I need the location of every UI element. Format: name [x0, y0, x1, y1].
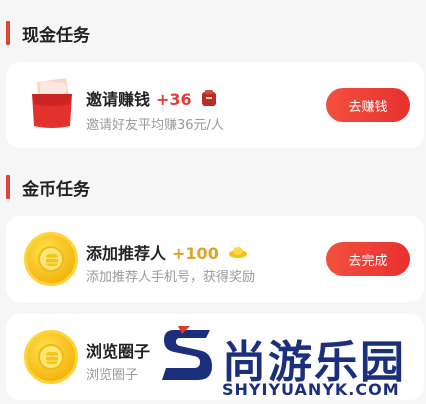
- reward-amount: +36: [156, 90, 192, 109]
- section-bar: [6, 175, 10, 199]
- section-bar: [6, 21, 10, 45]
- watermark-en-text: SHYIYUANYK.COM: [222, 380, 400, 399]
- task-desc-invite: 邀请好友平均赚36元/人: [86, 118, 224, 133]
- task-card-recommender: 添加推荐人 +100 添加推荐人手机号，获得奖励 去完成: [6, 216, 424, 302]
- section-title-cash: 现金任务: [22, 25, 90, 46]
- watermark: 尚游乐园 SHYIYUANYK.COM: [150, 318, 426, 404]
- watermark-logo-icon: [162, 326, 212, 380]
- red-envelope-icon: [24, 76, 80, 132]
- section-header-cash: 现金任务: [0, 18, 90, 48]
- section-title-coin: 金币任务: [22, 179, 90, 200]
- gold-ingot-icon: [228, 244, 248, 263]
- task-name-invite: 邀请赚钱 +36: [86, 86, 217, 111]
- task-desc-recommender: 添加推荐人手机号，获得奖励: [86, 270, 256, 285]
- section-header-coin: 金币任务: [0, 172, 90, 202]
- gold-coin-icon: [24, 232, 80, 288]
- complete-button[interactable]: 去完成: [326, 242, 410, 276]
- task-desc-browse: 浏览圈子: [86, 368, 139, 383]
- task-title: 添加推荐人: [86, 244, 167, 263]
- earn-money-button[interactable]: 去赚钱: [326, 88, 410, 122]
- task-name-recommender: 添加推荐人 +100: [86, 240, 248, 264]
- reward-amount: +100: [172, 244, 219, 263]
- task-title: 邀请赚钱: [86, 90, 151, 109]
- cash-bag-icon: [201, 89, 217, 111]
- gold-coin-icon: [24, 330, 80, 386]
- task-name-browse: 浏览圈子: [86, 338, 150, 362]
- task-card-invite: 邀请赚钱 +36 邀请好友平均赚36元/人 去赚钱: [6, 62, 424, 148]
- task-title: 浏览圈子: [86, 342, 151, 361]
